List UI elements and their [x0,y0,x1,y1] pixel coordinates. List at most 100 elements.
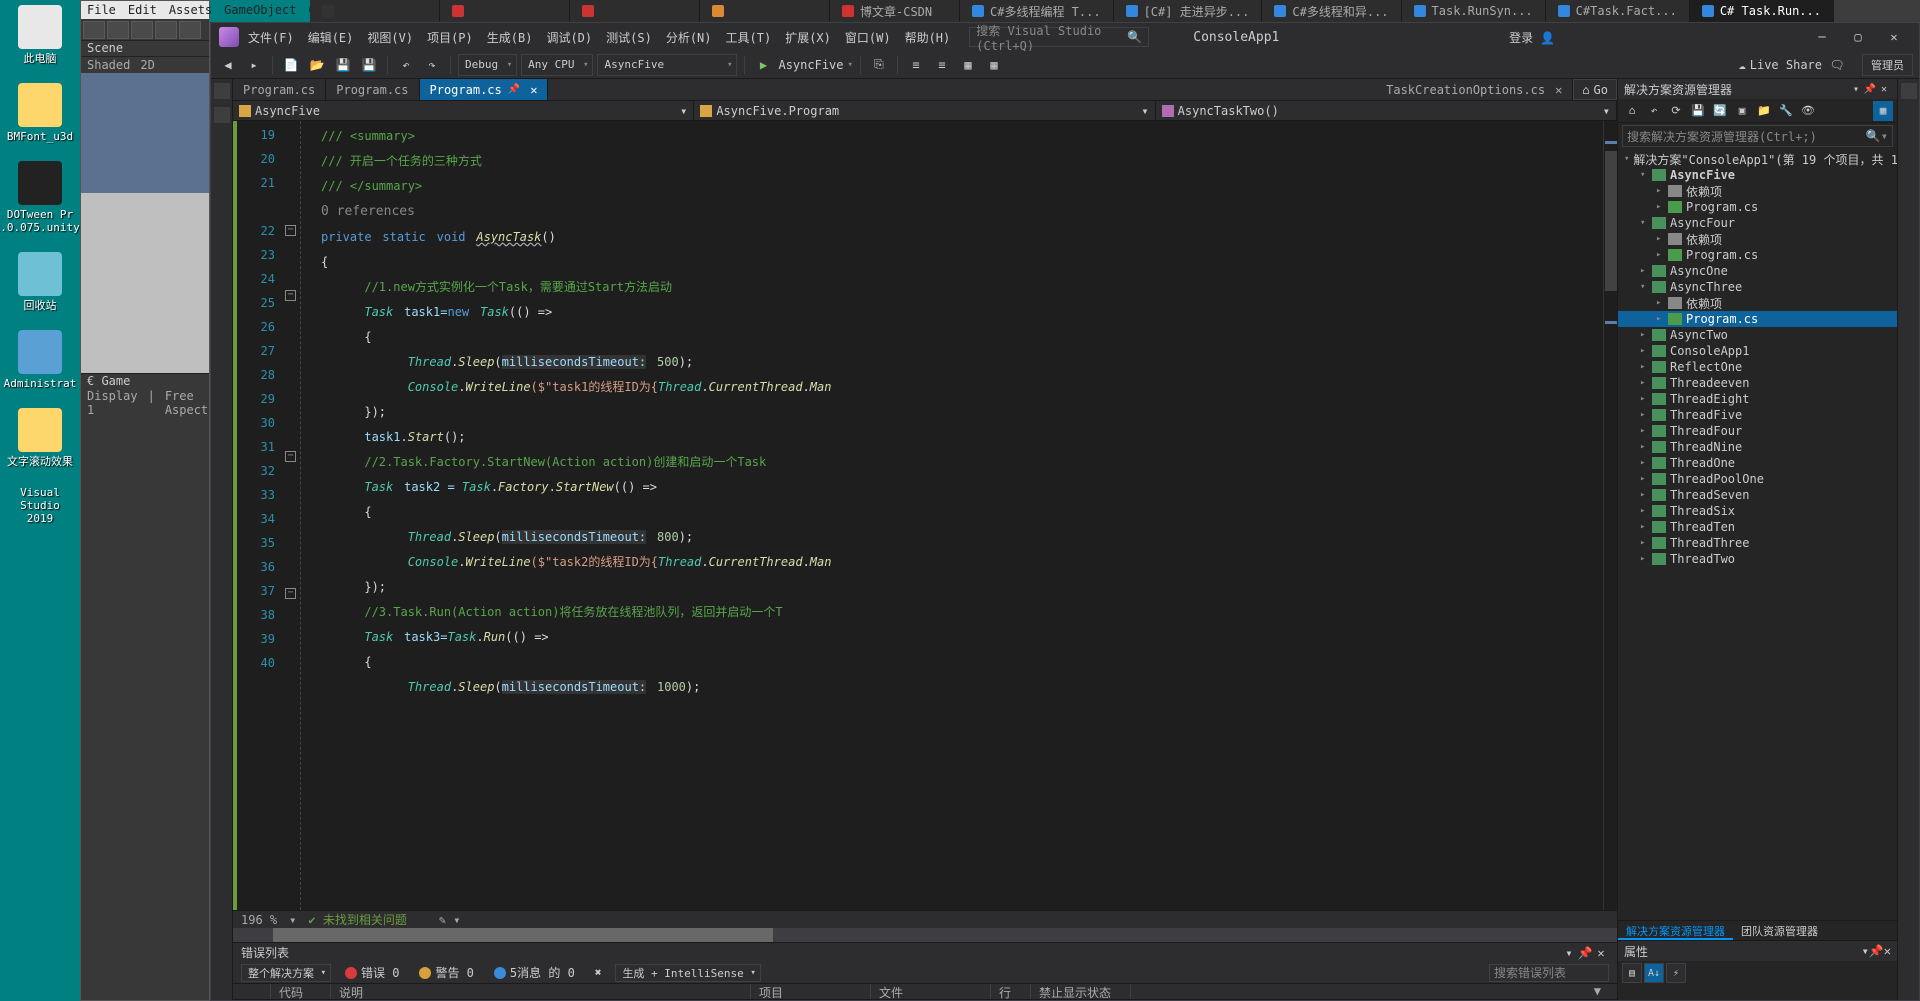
nav-fwd-button[interactable]: ▸ [243,54,265,76]
se-tree-node[interactable]: ▸Program.cs [1618,199,1897,215]
se-properties-button[interactable]: 🔧 [1776,101,1796,121]
se-tree-node[interactable]: ▸ThreadEight [1618,391,1897,407]
redo-button[interactable]: ↷ [421,54,443,76]
se-tree-node[interactable]: ▸依赖项 [1618,295,1897,311]
se-tab-solution[interactable]: 解决方案资源管理器 [1618,921,1733,940]
unity-scene-bar[interactable]: Shaded2D [81,57,209,73]
browser-tab[interactable]: Task.RunSyn... [1402,0,1546,22]
se-preview-button[interactable]: 👁 [1798,101,1818,121]
nav-class[interactable]: AsyncFive.Program▾ [694,101,1155,120]
menu-debug[interactable]: 调试(D) [541,29,597,46]
panel-close-icon[interactable]: ✕ [1884,944,1891,958]
platform-dropdown[interactable]: Any CPU [521,54,593,76]
se-tree[interactable]: ▾解决方案"ConsoleApp1"(第 19 个项目，共 19 个)▾Asyn… [1618,149,1897,920]
menu-edit[interactable]: 编辑(E) [303,29,359,46]
se-home-button[interactable]: ⌂ [1622,101,1642,121]
browser-tab[interactable]: C#多线程编程 T... [960,0,1114,22]
minimize-button[interactable]: ─ [1805,26,1839,48]
se-search-input[interactable]: 搜索解决方案资源管理器(Ctrl+;)🔍▾ [1622,125,1893,147]
code-content[interactable]: /// <summary> /// 开启一个任务的三种方式 /// </summ… [301,121,1603,910]
nav-back-button[interactable]: ◀ [217,54,239,76]
doc-tab[interactable]: TaskCreationOptions.cs✕ [1376,79,1573,100]
panel-pin-icon[interactable]: 📌 [1863,84,1877,95]
comment-button[interactable]: ▦ [957,54,979,76]
se-tree-node[interactable]: ▸Program.cs [1618,247,1897,263]
browser-tab[interactable]: C#Task.Fact... [1546,0,1690,22]
error-columns[interactable]: 代码 说明 项目 文件 行 禁止显示状态 ▼ [233,984,1617,1000]
menu-analyze[interactable]: 分析(N) [661,29,717,46]
se-showall-button[interactable]: 📁 [1754,101,1774,121]
doc-tab-active[interactable]: Program.cs📌✕ [420,79,549,100]
se-tree-node[interactable]: ▸ThreadTen [1618,519,1897,535]
minimap[interactable] [1603,121,1617,910]
run-label[interactable]: AsyncFive [778,58,843,72]
browser-tab[interactable]: C# Task.Run... [1690,0,1834,22]
menu-help[interactable]: 帮助(H) [900,29,956,46]
browser-tab[interactable] [700,0,830,22]
save-button[interactable]: 💾 [332,54,354,76]
unity-game-tab[interactable]: € Game [81,373,209,389]
browser-tab[interactable]: [C#] 走进异步... [1114,0,1263,22]
se-view-button[interactable]: ▦ [1873,101,1893,121]
desktop-icon-bmfont[interactable]: BMFont_u3d [5,83,75,143]
se-tree-node[interactable]: ▸ThreadSix [1618,503,1897,519]
feedback-button[interactable]: 🗨 [1826,54,1848,76]
menu-view[interactable]: 视图(V) [362,29,418,46]
props-az-button[interactable]: A↓ [1644,963,1664,983]
browser-tab[interactable]: C#多线程和异... [1262,0,1401,22]
se-tree-node[interactable]: ▸AsyncOne [1618,263,1897,279]
panel-close-icon[interactable]: ✕ [1593,946,1609,960]
browser-tab[interactable]: 博文章-CSDN [830,0,960,22]
se-tree-node[interactable]: ▸ReflectOne [1618,359,1897,375]
panel-dropdown-icon[interactable]: ▾ [1862,944,1869,958]
horizontal-scrollbar[interactable] [233,928,1617,942]
minimap-thumb[interactable] [1605,151,1617,291]
unity-viewport[interactable] [81,73,209,373]
doc-tab[interactable]: Program.cs [233,79,326,100]
close-button[interactable]: ✕ [1877,26,1911,48]
props-cat-button[interactable]: ▤ [1622,963,1642,983]
fold-button[interactable]: − [285,588,296,599]
browser-tab[interactable] [440,0,570,22]
menu-file[interactable]: 文件(F) [243,29,299,46]
zoom-level[interactable]: 196 % [241,913,277,927]
desktop-icon-admin[interactable]: Administrat [5,330,75,390]
indent-button[interactable]: ≡ [905,54,927,76]
se-tree-node[interactable]: ▸ThreadNine [1618,439,1897,455]
se-tree-node[interactable]: ▸ThreadFour [1618,423,1897,439]
messages-filter[interactable]: 5消息 的 0 [488,964,581,981]
startup-dropdown[interactable]: AsyncFive [597,54,737,76]
scope-dropdown[interactable]: 整个解决方案 [241,964,331,982]
errors-filter[interactable]: 错误 0 [339,964,405,981]
panel-pin-icon[interactable]: 📌 [1577,946,1593,960]
desktop-icon-recycle[interactable]: 回收站 [5,252,75,312]
menu-build[interactable]: 生成(B) [482,29,538,46]
se-tree-node[interactable]: ▸ThreadOne [1618,455,1897,471]
issues-indicator[interactable]: ✔ 未找到相关问题 [308,911,406,928]
nav-namespace[interactable]: AsyncFive▾ [233,101,694,120]
se-tree-node[interactable]: ▸AsyncTwo [1618,327,1897,343]
unity-menu[interactable]: FileEditAssetsGameObjectComponent [81,1,209,19]
doc-tab[interactable]: Program.cs [326,79,419,100]
vs-search-input[interactable]: 搜索 Visual Studio (Ctrl+Q)🔍 [969,27,1149,47]
desktop-icon-pc[interactable]: 此电脑 [5,5,75,65]
close-tab-icon[interactable]: ✕ [1555,83,1562,97]
build-dropdown[interactable]: 生成 + IntelliSense [615,964,760,982]
se-collapse-button[interactable]: ▣ [1732,101,1752,121]
panel-pin-icon[interactable]: 📌 [1869,944,1884,958]
vs-login-button[interactable]: 登录 👤 [1509,29,1555,46]
se-tree-node[interactable]: ▾AsyncThree [1618,279,1897,295]
se-tree-node[interactable]: ▸依赖项 [1618,183,1897,199]
fold-gutter[interactable]: − − − − [283,121,301,910]
right-toolbox-gutter[interactable] [1897,79,1919,1000]
close-tab-icon[interactable]: ✕ [530,83,537,97]
undo-button[interactable]: ↶ [395,54,417,76]
browser-tab[interactable] [310,0,440,22]
menu-extensions[interactable]: 扩展(X) [780,29,836,46]
se-tree-node[interactable]: ▸Program.cs [1618,311,1897,327]
se-tree-node[interactable]: ▸ThreadFive [1618,407,1897,423]
browser-tab[interactable] [570,0,700,22]
se-tree-node[interactable]: ▸ThreadSeven [1618,487,1897,503]
warnings-filter[interactable]: 警告 0 [413,964,479,981]
menu-project[interactable]: 项目(P) [422,29,478,46]
